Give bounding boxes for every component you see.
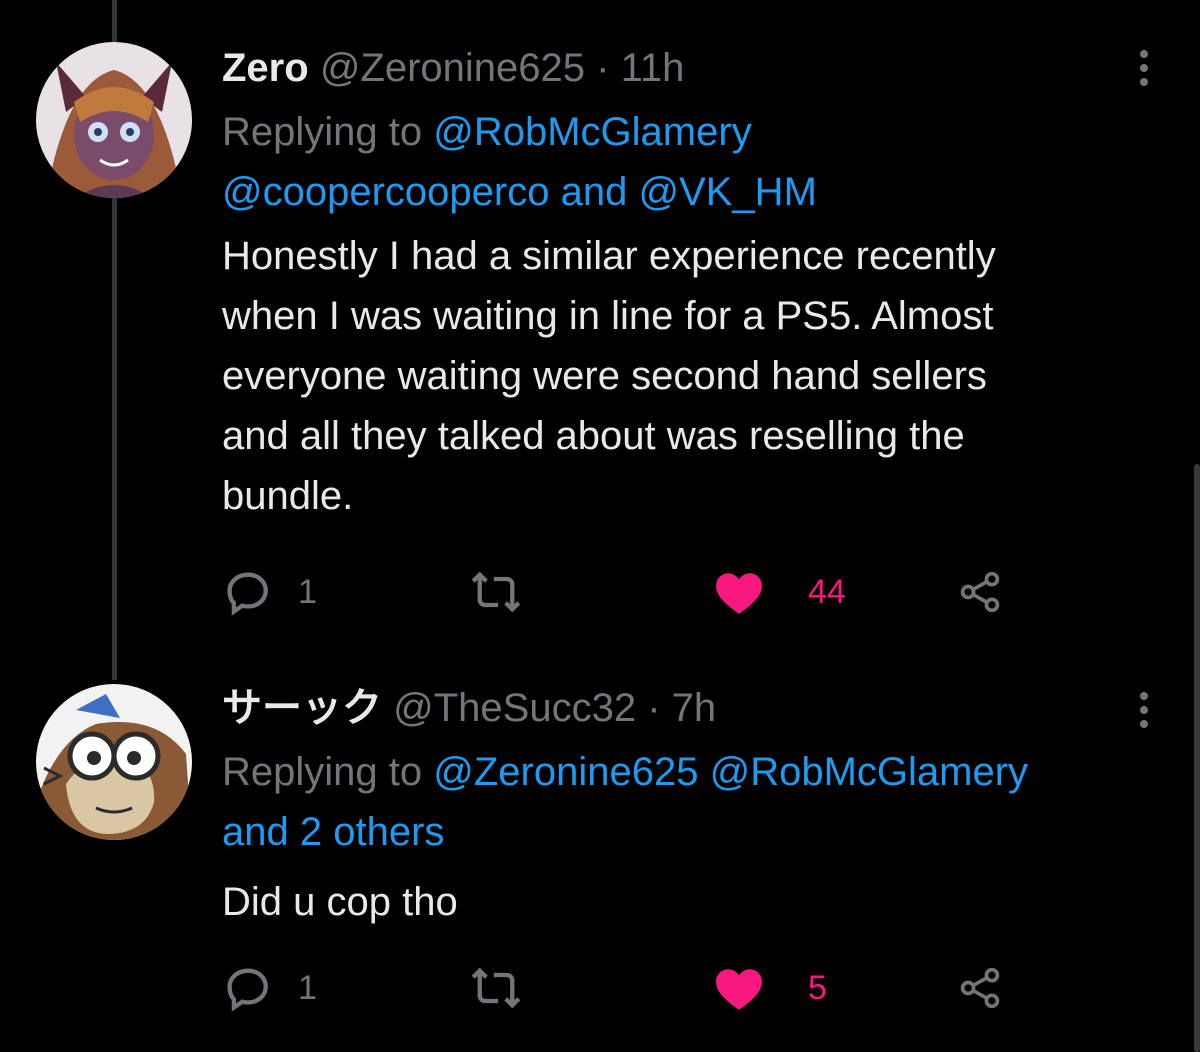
others-link[interactable]: and 2 others <box>222 810 444 854</box>
user-handle[interactable]: @TheSucc32 <box>393 686 636 730</box>
separator-dot: · <box>596 46 610 90</box>
avatar-image <box>36 42 192 198</box>
replying-to-label: Replying to <box>222 110 423 154</box>
tweet-text: Honestly I had a similar experience rece… <box>222 226 1140 526</box>
action-bar: 1 44 <box>222 566 1022 618</box>
retweet-icon <box>471 571 521 613</box>
avatar[interactable] <box>36 684 192 840</box>
action-bar: 1 5 <box>222 962 1022 1014</box>
like-icon <box>716 573 762 614</box>
retweet-button[interactable] <box>468 566 524 618</box>
tweet-text-line: Did u cop tho <box>222 880 458 924</box>
timestamp[interactable]: 7h <box>672 686 717 730</box>
tweet-text-line: Honestly I had a similar experience rece… <box>222 234 996 278</box>
mention-link[interactable]: @RobMcGlamery <box>433 110 751 154</box>
display-name[interactable]: Zero <box>222 46 309 90</box>
tweet-thesucc[interactable]: サーック @TheSucc32 · 7h Replying to @Zeroni… <box>0 660 1200 1052</box>
retweet-icon <box>471 967 521 1009</box>
like-count: 44 <box>808 572 846 611</box>
user-handle[interactable]: @Zeronine625 <box>320 46 585 90</box>
tweet-text-line: when I was waiting in line for a PS5. Al… <box>222 294 994 338</box>
mention-link[interactable]: @Zeronine625 <box>433 750 698 794</box>
more-icon[interactable] <box>1132 686 1156 734</box>
tweet-zero[interactable]: Zero @Zeronine625 · 11h Replying to @Rob… <box>0 0 1200 660</box>
tweet-header: Zero @Zeronine625 · 11h <box>222 44 1140 92</box>
retweet-button[interactable] <box>468 962 524 1014</box>
separator-dot: · <box>647 686 661 730</box>
reply-button[interactable]: 1 <box>222 566 317 618</box>
tweet-text-line: everyone waiting were second hand seller… <box>222 354 987 398</box>
like-icon <box>716 969 762 1010</box>
share-button[interactable] <box>958 962 1002 1014</box>
tweet-text-line: and all they talked about was reselling … <box>222 414 965 458</box>
tweet-header: サーック @TheSucc32 · 7h <box>222 684 1140 732</box>
reply-button[interactable]: 1 <box>222 962 317 1014</box>
tweet-text-line: bundle. <box>222 474 354 518</box>
share-icon <box>960 571 1000 613</box>
more-icon[interactable] <box>1132 44 1156 92</box>
reply-count: 1 <box>298 572 317 611</box>
display-name[interactable]: サーック <box>222 686 382 730</box>
avatar[interactable] <box>36 42 192 198</box>
reply-icon <box>227 572 268 616</box>
share-icon <box>960 967 1000 1009</box>
like-count: 5 <box>808 968 827 1007</box>
mention-link[interactable]: @RobMcGlamery <box>710 750 1028 794</box>
reply-count: 1 <box>298 968 317 1007</box>
mention-link[interactable]: @VK_HM <box>638 170 816 214</box>
like-button[interactable]: 5 <box>714 962 827 1014</box>
mention-and[interactable]: and <box>561 170 628 214</box>
avatar-image <box>36 684 192 840</box>
replying-to-label: Replying to <box>222 750 423 794</box>
reply-icon <box>227 968 268 1012</box>
timestamp[interactable]: 11h <box>621 46 685 90</box>
like-button[interactable]: 44 <box>714 566 846 618</box>
tweet-text: Did u cop tho <box>222 872 1140 932</box>
replying-to: Replying to @RobMcGlamery @coopercooperc… <box>222 102 1140 222</box>
mention-link[interactable]: @coopercooperco <box>222 170 549 214</box>
replying-to: Replying to @Zeronine625 @RobMcGlamery a… <box>222 742 1140 862</box>
share-button[interactable] <box>958 566 1002 618</box>
